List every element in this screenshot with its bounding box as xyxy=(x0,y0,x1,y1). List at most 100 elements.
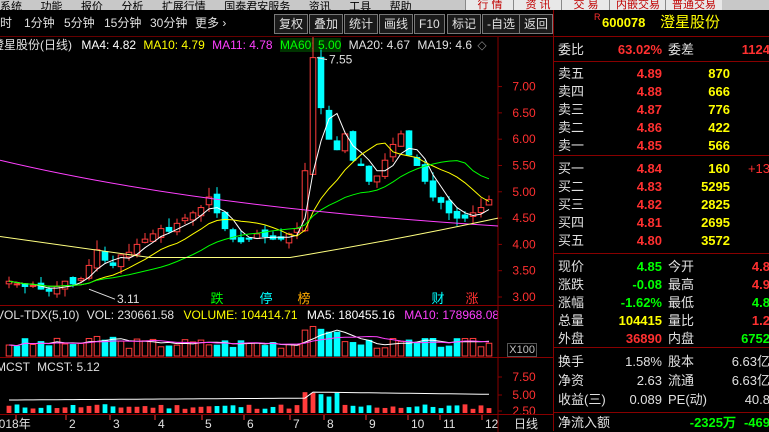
volume-bar xyxy=(53,337,61,357)
bid-price: 4.81 xyxy=(636,215,662,230)
stat-label-left: 总量 xyxy=(558,313,585,328)
stat2-value-right: 6.63亿 xyxy=(731,373,769,388)
bid-row[interactable]: 买二 4.83 5295 xyxy=(554,178,769,196)
volume-bar xyxy=(157,346,165,357)
volume-bar xyxy=(293,344,301,357)
kline-chart-panel[interactable]: 澄星股份(日线) MA4: 4.82 MA10: 4.79 MA11: 4.78… xyxy=(0,37,553,305)
bid-row[interactable]: 买五 4.80 3572 xyxy=(554,232,769,250)
mcst-bar xyxy=(134,406,140,413)
bid-label: 买五 xyxy=(558,233,585,248)
mcst-bar xyxy=(30,408,36,413)
mcst-bar xyxy=(374,407,380,413)
x-tick-label: 6 xyxy=(247,417,254,431)
stat2-value-left: 1.58% xyxy=(625,354,662,369)
candlestick xyxy=(5,276,13,289)
mcst-bar xyxy=(150,407,156,413)
x-tick-label: 12 xyxy=(485,417,499,431)
normal-trade-button[interactable]: 普通交易 xyxy=(665,0,722,10)
price-tick-label: 4.00 xyxy=(512,237,536,251)
flow-row: 净流入额 -2325万 -469 xyxy=(554,414,769,432)
flow-extra: -469 xyxy=(743,415,769,430)
ask-row[interactable]: 卖二 4.86 422 xyxy=(554,119,769,137)
x-tick-label: 5 xyxy=(205,417,212,431)
x-tick-label: 8 xyxy=(327,417,334,431)
volume-chart-panel[interactable]: VOL-TDX(5,10) VOL: 230661.58 VOLUME: 104… xyxy=(0,305,553,358)
stats-row: 总量 104415 量比 1.2 xyxy=(554,312,769,330)
candlestick xyxy=(445,196,453,220)
period-1min[interactable]: 1分钟 xyxy=(24,14,55,32)
period-5min[interactable]: 5分钟 xyxy=(64,14,95,32)
x-tick-label: 11 xyxy=(443,417,456,431)
mcst-bar xyxy=(70,404,76,413)
volume-bar xyxy=(141,340,149,357)
embedded-trade-button[interactable]: 内嵌交易 xyxy=(609,0,666,10)
mcst-bar xyxy=(262,408,268,413)
menu-quote[interactable]: 报价 xyxy=(81,2,103,11)
mcst-bar xyxy=(310,392,316,413)
adjust-button[interactable]: 复权 xyxy=(274,14,309,34)
candlestick xyxy=(109,255,117,269)
bid-row[interactable]: 买三 4.82 2825 xyxy=(554,196,769,214)
volume-bar xyxy=(125,347,133,357)
ask-row[interactable]: 卖一 4.85 566 xyxy=(554,137,769,155)
menu-help[interactable]: 帮助 xyxy=(390,2,412,11)
news-button[interactable]: 资 讯 xyxy=(513,0,562,10)
stat-label-right: 内盘 xyxy=(668,331,695,346)
event-marker: 榜 xyxy=(297,291,310,305)
weicha-value: 1124 xyxy=(741,42,769,57)
mcst-bar xyxy=(406,407,412,413)
candlestick xyxy=(405,130,413,156)
mcst-bar xyxy=(398,407,404,413)
candlestick xyxy=(373,175,381,188)
volume-bar xyxy=(205,344,213,357)
mcst-bar xyxy=(254,408,260,413)
mcst-bar xyxy=(462,404,468,413)
stat2-label-left: 净资 xyxy=(558,373,585,388)
menu-system[interactable]: 系统 xyxy=(0,2,22,11)
menu-tools[interactable]: 工具 xyxy=(349,2,371,11)
stats-button[interactable]: 统计 xyxy=(344,14,379,34)
candlestick xyxy=(181,213,189,225)
candlestick xyxy=(333,136,341,151)
period-30min[interactable]: 30分钟 xyxy=(150,14,187,32)
volume-bar xyxy=(341,341,349,357)
draw-button[interactable]: 画线 xyxy=(379,14,414,34)
menu-function[interactable]: 功能 xyxy=(40,2,62,11)
quote-header: R 600078 澄星股份 xyxy=(554,12,769,34)
volume-bar xyxy=(413,341,421,357)
volume-bar xyxy=(45,345,53,357)
period-15min[interactable]: 15分钟 xyxy=(104,14,141,32)
f10-button[interactable]: F10 xyxy=(414,14,445,34)
bid-row[interactable]: 买一 4.84 160 +13 xyxy=(554,160,769,178)
mcst-bar xyxy=(78,407,84,413)
ma60-line xyxy=(8,160,490,287)
volume-bar xyxy=(349,342,357,357)
watchlist-button[interactable]: -自选 xyxy=(482,14,520,34)
ask-row[interactable]: 卖五 4.89 870 xyxy=(554,65,769,83)
period-more[interactable]: 更多 › xyxy=(195,14,226,32)
period-intraday[interactable]: 分时 xyxy=(0,14,12,32)
candlestick xyxy=(261,225,269,244)
trade-button[interactable]: 交 易 xyxy=(561,0,610,10)
stat-label-right: 量比 xyxy=(668,313,695,328)
candlestick xyxy=(149,229,157,243)
low-pointer xyxy=(88,288,116,300)
candlestick xyxy=(229,227,237,243)
ask-row[interactable]: 卖四 4.88 666 xyxy=(554,83,769,101)
ask-row[interactable]: 卖三 4.87 776 xyxy=(554,101,769,119)
back-button[interactable]: 返回 xyxy=(519,14,553,34)
candlestick xyxy=(269,231,277,241)
candlestick xyxy=(357,158,365,167)
menu-extended[interactable]: 扩展行情 xyxy=(162,2,206,11)
mcst-chart-panel[interactable]: MCST MCST: 5.12 7.50 5.00 2.50 xyxy=(0,357,553,415)
ask-volume: 776 xyxy=(708,102,730,117)
menu-news[interactable]: 资讯 xyxy=(309,2,331,11)
menu-broker-service[interactable]: 国泰君安服务 xyxy=(224,2,290,11)
bid-label: 买三 xyxy=(558,197,585,212)
menu-analysis[interactable]: 分析 xyxy=(121,2,143,11)
ask-label: 卖五 xyxy=(558,66,585,81)
mark-button[interactable]: 标记 xyxy=(447,14,482,34)
bid-row[interactable]: 买四 4.81 2695 xyxy=(554,214,769,232)
market-button[interactable]: 行 情 xyxy=(465,0,514,10)
overlay-button[interactable]: 叠加 xyxy=(309,14,344,34)
